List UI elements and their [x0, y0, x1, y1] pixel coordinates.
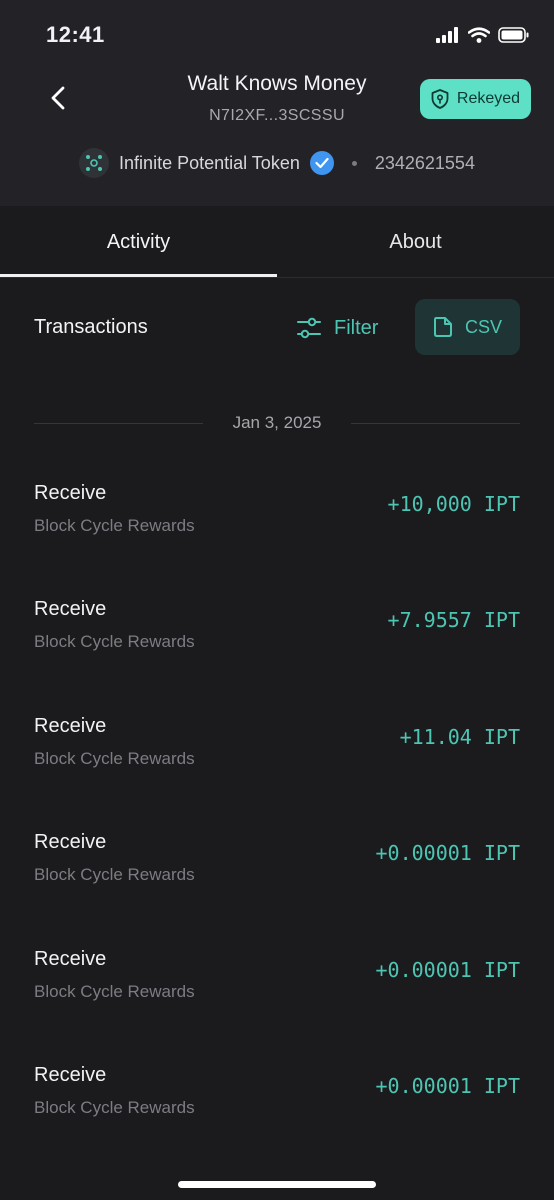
active-tab-indicator: [0, 274, 277, 277]
transaction-row[interactable]: Receive Block Cycle Rewards +0.00001 IPT: [34, 1064, 520, 1134]
cellular-signal-icon: [436, 27, 458, 43]
wifi-icon: [468, 27, 490, 43]
asset-name: Infinite Potential Token: [119, 152, 300, 173]
transaction-amount: +7.9557 IPT: [387, 608, 520, 632]
transaction-amount: +0.00001 IPT: [375, 958, 521, 982]
divider: [351, 422, 521, 424]
home-indicator[interactable]: [178, 1181, 376, 1188]
transaction-type: Receive: [34, 715, 107, 737]
transaction-amount: +0.00001 IPT: [375, 841, 521, 865]
transaction-row[interactable]: Receive Block Cycle Rewards +7.9557 IPT: [34, 598, 520, 668]
status-bar: 12:41: [0, 0, 554, 70]
transaction-type: Receive: [34, 831, 107, 853]
battery-icon: [498, 27, 529, 43]
filter-label: Filter: [334, 316, 379, 339]
transaction-type: Receive: [34, 598, 107, 620]
transaction-row[interactable]: Receive Block Cycle Rewards +11.04 IPT: [34, 715, 520, 785]
transaction-subtitle: Block Cycle Rewards: [34, 632, 195, 651]
transaction-subtitle: Block Cycle Rewards: [34, 749, 195, 768]
transaction-type: Receive: [34, 482, 107, 504]
filter-button[interactable]: Filter: [296, 310, 378, 346]
sliders-icon: [297, 317, 321, 339]
header-area: 12:41 Walt Knows Money N7I2XF...3SCSSU R…: [0, 0, 554, 206]
status-icons: [436, 24, 530, 46]
shield-key-icon: [431, 89, 449, 109]
verified-icon: [309, 151, 334, 175]
tab-activity[interactable]: Activity: [0, 206, 277, 278]
transaction-type: Receive: [34, 948, 107, 970]
rekeyed-badge[interactable]: Rekeyed: [420, 79, 531, 119]
tab-bar: Activity About: [0, 206, 554, 278]
transaction-row[interactable]: Receive Block Cycle Rewards +0.00001 IPT: [34, 948, 520, 1018]
document-icon: [433, 317, 452, 337]
transaction-type: Receive: [34, 1064, 107, 1086]
csv-export-button[interactable]: CSV: [415, 299, 520, 355]
date-separator: Jan 3, 2025: [34, 408, 521, 438]
transaction-subtitle: Block Cycle Rewards: [34, 516, 195, 535]
asset-info: Infinite Potential Token 2342621554: [0, 146, 554, 180]
transactions-title: Transactions: [34, 316, 148, 338]
transaction-amount: +11.04 IPT: [399, 725, 520, 749]
transaction-amount: +10,000 IPT: [387, 492, 520, 516]
status-time: 12:41: [46, 22, 105, 47]
date-label: Jan 3, 2025: [232, 413, 322, 432]
transaction-subtitle: Block Cycle Rewards: [34, 982, 195, 1001]
asset-logo-icon: [79, 148, 110, 178]
tab-about[interactable]: About: [277, 206, 554, 278]
transaction-row[interactable]: Receive Block Cycle Rewards +0.00001 IPT: [34, 831, 520, 901]
asset-id: 2342621554: [374, 152, 475, 173]
separator-dot: [351, 160, 357, 166]
transaction-subtitle: Block Cycle Rewards: [34, 1098, 195, 1117]
transaction-row[interactable]: Receive Block Cycle Rewards +10,000 IPT: [34, 482, 520, 552]
divider: [34, 422, 203, 424]
rekeyed-label: Rekeyed: [456, 90, 521, 107]
csv-label: CSV: [464, 316, 502, 337]
transaction-subtitle: Block Cycle Rewards: [34, 865, 195, 884]
transaction-amount: +0.00001 IPT: [375, 1074, 521, 1098]
